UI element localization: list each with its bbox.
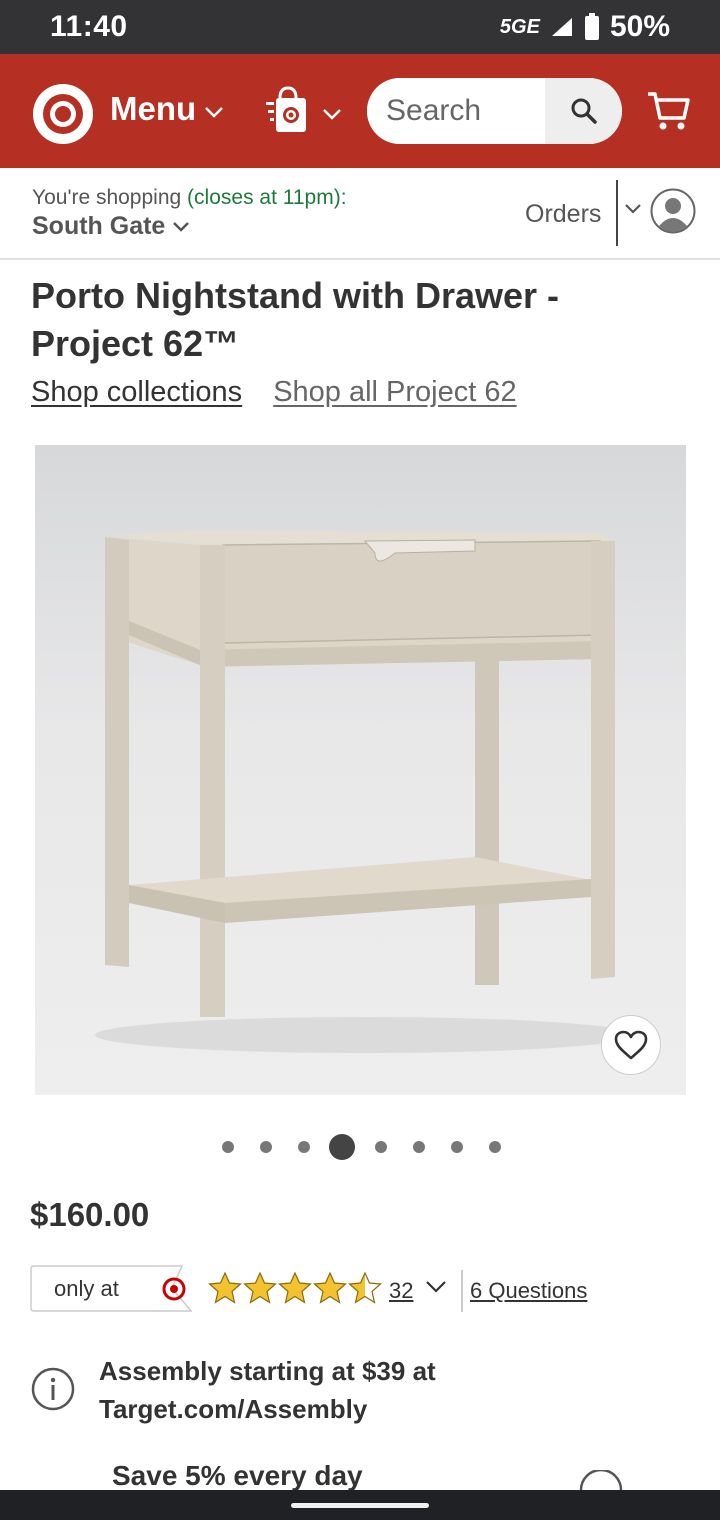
- favorite-button[interactable]: [601, 1015, 661, 1075]
- closing-time: (closes at 11pm):: [187, 186, 347, 209]
- shop-brand-link[interactable]: Shop all Project 62: [273, 376, 516, 409]
- cart-icon[interactable]: [646, 90, 690, 132]
- target-bullseye-icon: [162, 1277, 186, 1301]
- image-carousel-dots: [0, 1134, 720, 1160]
- chevron-down-icon: [205, 107, 224, 118]
- save-offer[interactable]: Save 5% every day: [112, 1460, 363, 1492]
- star-full-icon: [313, 1272, 347, 1304]
- heart-icon: [614, 1030, 648, 1060]
- search-button[interactable]: [545, 78, 622, 144]
- assembly-info: Assembly starting at $39 at Target.com/A…: [99, 1356, 436, 1424]
- store-pickup-button[interactable]: [266, 86, 342, 134]
- expand-circle-icon[interactable]: [578, 1470, 624, 1490]
- search-bar: [367, 78, 622, 144]
- store-bar: You're shopping (closes at 11pm): South …: [0, 168, 720, 260]
- chevron-down-icon[interactable]: [625, 204, 641, 214]
- store-name: South Gate: [32, 212, 166, 240]
- search-icon: [571, 98, 597, 124]
- menu-label: Menu: [110, 90, 197, 127]
- star-full-icon: [243, 1272, 277, 1304]
- carousel-dot[interactable]: [222, 1141, 234, 1153]
- account-avatar-icon[interactable]: [650, 188, 696, 234]
- chevron-down-icon[interactable]: [425, 1280, 447, 1294]
- star-half-icon: [348, 1272, 382, 1304]
- nightstand-illustration: [95, 530, 635, 1053]
- store-context: You're shopping (closes at 11pm):: [32, 186, 347, 210]
- questions-link[interactable]: 6 Questions: [470, 1278, 587, 1304]
- status-bar: 11:40 5GE 50%: [0, 0, 720, 54]
- info-icon: [31, 1367, 75, 1411]
- rating-count[interactable]: 32: [389, 1278, 413, 1304]
- shop-collections-link[interactable]: Shop collections: [31, 376, 242, 409]
- carousel-dot-active[interactable]: [329, 1134, 355, 1160]
- target-bullseye-icon[interactable]: [33, 84, 93, 144]
- shopping-prefix: You're shopping: [32, 186, 182, 209]
- product-image[interactable]: [35, 445, 686, 1095]
- carousel-dot[interactable]: [489, 1141, 501, 1153]
- divider: [616, 180, 618, 246]
- store-pickup-bag-icon: [266, 86, 306, 132]
- battery-percent: 50%: [609, 10, 670, 43]
- site-header: Menu: [0, 54, 720, 168]
- chevron-down-icon: [173, 221, 190, 232]
- home-gesture-handle[interactable]: [291, 1503, 429, 1508]
- orders-link[interactable]: Orders: [525, 200, 601, 229]
- status-indicators: 5GE 50%: [500, 10, 670, 44]
- network-type: 5GE: [499, 15, 540, 38]
- star-full-icon: [208, 1272, 242, 1304]
- chevron-down-icon: [323, 109, 341, 120]
- search-input[interactable]: [367, 78, 545, 144]
- system-nav-bar: [0, 1490, 720, 1520]
- rating-stars[interactable]: [208, 1272, 382, 1304]
- only-at-label: only at: [54, 1276, 119, 1301]
- divider: [461, 1270, 463, 1312]
- product-price: $160.00: [30, 1196, 150, 1233]
- carousel-dot[interactable]: [451, 1141, 463, 1153]
- signal-icon: [551, 18, 572, 36]
- carousel-dot[interactable]: [375, 1141, 387, 1153]
- brand-links: Shop collections Shop all Project 62: [31, 376, 517, 409]
- carousel-dot[interactable]: [413, 1141, 425, 1153]
- carousel-dot[interactable]: [298, 1141, 310, 1153]
- status-time: 11:40: [50, 10, 128, 43]
- star-full-icon: [278, 1272, 312, 1304]
- carousel-dot[interactable]: [260, 1141, 272, 1153]
- store-selector[interactable]: South Gate: [32, 212, 190, 241]
- battery-icon: [584, 13, 599, 40]
- product-title: Porto Nightstand with Drawer - Project 6…: [31, 275, 560, 364]
- menu-button[interactable]: Menu: [110, 90, 224, 128]
- only-at-target-badge: only at: [30, 1265, 192, 1312]
